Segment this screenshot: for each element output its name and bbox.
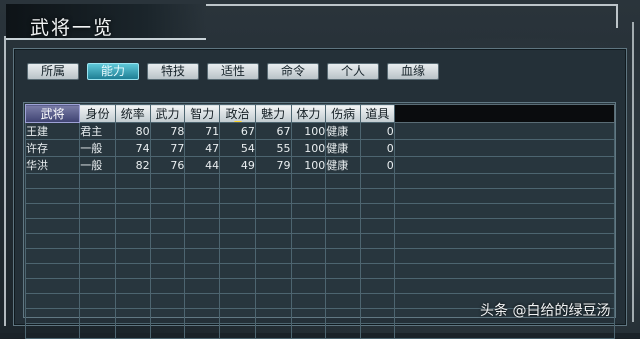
tab-affiliation[interactable]: 所属 bbox=[27, 63, 79, 80]
frame-border-top bbox=[206, 4, 618, 28]
tab-skills[interactable]: 特技 bbox=[147, 63, 199, 80]
cell-items: 0 bbox=[360, 156, 395, 174]
frame-border-left bbox=[4, 36, 6, 326]
cell-items: 0 bbox=[360, 122, 395, 140]
cell-war: 76 bbox=[149, 156, 186, 174]
cell-charisma: 55 bbox=[254, 139, 292, 157]
window-title: 武将一览 bbox=[30, 17, 115, 39]
cell-name: 王建 bbox=[24, 122, 81, 140]
cell-status: 君主 bbox=[79, 122, 116, 140]
cell-intelligence: 71 bbox=[184, 122, 221, 140]
column-header-intelligence[interactable]: 智力 bbox=[184, 104, 221, 123]
cell-stamina: 100 bbox=[290, 139, 327, 157]
category-tabs: 所属 能力 特技 适性 命令 个人 血缘 bbox=[27, 63, 439, 81]
column-header-leadership[interactable]: 统率 bbox=[114, 104, 151, 123]
frame-border-right bbox=[632, 22, 634, 322]
column-header-general[interactable]: 武将 bbox=[24, 104, 81, 123]
column-header-items[interactable]: 道具 bbox=[360, 104, 395, 123]
cell-charisma: 67 bbox=[254, 122, 292, 140]
column-header-charisma[interactable]: 魅力 bbox=[254, 104, 292, 123]
watermark: 头条 @白给的绿豆汤 bbox=[480, 303, 611, 319]
table-row[interactable]: 华洪 一般 82 76 44 49 79 100 健康 0 bbox=[24, 156, 616, 174]
cell-leadership: 82 bbox=[114, 156, 151, 174]
cell-injury: 健康 bbox=[325, 122, 361, 140]
empty-row bbox=[24, 323, 616, 339]
cell-empty bbox=[393, 122, 616, 140]
empty-row bbox=[24, 203, 616, 219]
table-header-row: 武将 身份 统率 武力 智力 政治 魅力 体力 伤病 道具 bbox=[24, 104, 616, 123]
cell-injury: 健康 bbox=[325, 156, 361, 174]
cell-charisma: 79 bbox=[254, 156, 292, 174]
cell-politics: 49 bbox=[219, 156, 256, 174]
general-table-area: 武将 身份 统率 武力 智力 政治 魅力 体力 伤病 道具 王建 君主 80 7… bbox=[23, 102, 616, 339]
empty-row bbox=[24, 173, 616, 189]
general-list-panel: 所属 能力 特技 适性 命令 个人 血缘 武将 身份 统率 武力 智力 政治 魅… bbox=[13, 48, 627, 339]
cell-politics: 54 bbox=[219, 139, 256, 157]
cell-intelligence: 47 bbox=[184, 139, 221, 157]
cell-politics: 67 bbox=[219, 122, 256, 140]
column-header-stamina[interactable]: 体力 bbox=[290, 104, 327, 123]
tab-ability[interactable]: 能力 bbox=[87, 63, 139, 80]
cell-injury: 健康 bbox=[325, 139, 361, 157]
tab-lineage[interactable]: 血缘 bbox=[387, 63, 439, 80]
cell-name: 许存 bbox=[24, 139, 81, 157]
column-header-status[interactable]: 身份 bbox=[79, 104, 116, 123]
column-header-politics[interactable]: 政治 bbox=[219, 104, 256, 123]
empty-row bbox=[24, 248, 616, 264]
empty-row bbox=[24, 188, 616, 204]
cell-empty bbox=[393, 156, 616, 174]
empty-row bbox=[24, 218, 616, 234]
game-window: 武将一览 所属 能力 特技 适性 命令 个人 血缘 武将 身份 统率 武力 智力… bbox=[0, 0, 640, 339]
column-header-empty bbox=[393, 104, 616, 123]
cell-war: 77 bbox=[149, 139, 186, 157]
tab-aptitude[interactable]: 适性 bbox=[207, 63, 259, 80]
column-header-injury[interactable]: 伤病 bbox=[325, 104, 361, 123]
cell-war: 78 bbox=[149, 122, 186, 140]
table-row[interactable]: 王建 君主 80 78 71 67 67 100 健康 0 bbox=[24, 122, 616, 140]
cell-status: 一般 bbox=[79, 156, 116, 174]
column-header-war[interactable]: 武力 bbox=[149, 104, 186, 123]
tab-orders[interactable]: 命令 bbox=[267, 63, 319, 80]
title-bar: 武将一览 bbox=[6, 4, 206, 40]
empty-row bbox=[24, 233, 616, 249]
cell-leadership: 74 bbox=[114, 139, 151, 157]
cell-leadership: 80 bbox=[114, 122, 151, 140]
table-row[interactable]: 许存 一般 74 77 47 54 55 100 健康 0 bbox=[24, 139, 616, 157]
empty-row bbox=[24, 263, 616, 279]
tab-personal[interactable]: 个人 bbox=[327, 63, 379, 80]
cell-empty bbox=[393, 139, 616, 157]
cell-name: 华洪 bbox=[24, 156, 81, 174]
cell-status: 一般 bbox=[79, 139, 116, 157]
cell-intelligence: 44 bbox=[184, 156, 221, 174]
empty-row bbox=[24, 278, 616, 294]
cell-stamina: 100 bbox=[290, 156, 327, 174]
cell-stamina: 100 bbox=[290, 122, 327, 140]
cell-items: 0 bbox=[360, 139, 395, 157]
